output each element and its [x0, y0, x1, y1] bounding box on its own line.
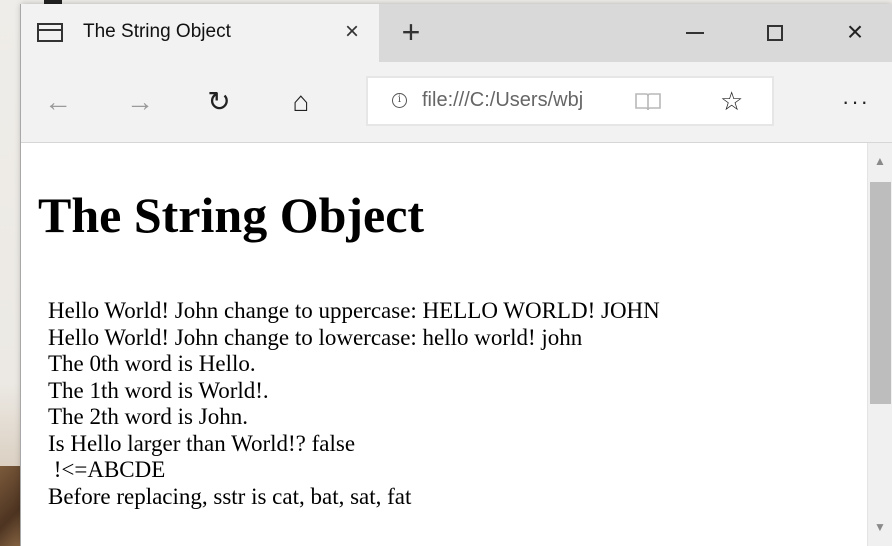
desktop-background: The String Object × + × ← → ↻ ⌂ i file:/… — [0, 0, 892, 546]
tab-title: The String Object — [83, 21, 231, 42]
output-line: !<=ABCDE — [48, 457, 166, 482]
close-window-button[interactable]: × — [833, 12, 877, 52]
back-button[interactable]: ← — [38, 82, 78, 122]
url-text[interactable]: file:///C:/Users/wbj — [422, 89, 583, 112]
tab-close-button[interactable]: × — [338, 17, 366, 47]
output-line: Before replacing, sstr is cat, bat, sat,… — [48, 483, 412, 509]
favorite-star-icon[interactable]: ☆ — [720, 85, 743, 117]
title-bar: The String Object × + × — [21, 4, 892, 62]
site-info-icon[interactable]: i — [392, 93, 407, 108]
home-button[interactable]: ⌂ — [281, 82, 321, 122]
minimize-button[interactable] — [673, 12, 717, 52]
forward-button[interactable]: → — [120, 82, 160, 122]
output-line: Hello World! John change to lowercase: h… — [48, 324, 583, 350]
scroll-thumb[interactable] — [870, 182, 891, 404]
scroll-up-arrow-icon[interactable]: ▲ — [868, 149, 892, 173]
vertical-scrollbar[interactable]: ▲ ▼ — [867, 143, 892, 546]
address-bar[interactable]: i file:///C:/Users/wbj ☆ — [366, 76, 774, 126]
output-line: The 2th word is John. — [48, 404, 248, 429]
page-heading: The String Object — [38, 187, 425, 243]
new-tab-button[interactable]: + — [393, 15, 429, 51]
output-line: Hello World! John change to uppercase: H… — [48, 298, 660, 323]
tab-the-string-object[interactable]: The String Object × — [21, 4, 379, 62]
tab-page-icon — [37, 23, 63, 42]
output-line: The 1th word is World!. — [48, 377, 269, 403]
scroll-down-arrow-icon[interactable]: ▼ — [868, 515, 892, 539]
maximize-button[interactable] — [753, 12, 797, 52]
refresh-button[interactable]: ↻ — [199, 82, 239, 122]
maximize-icon — [767, 25, 783, 41]
output-line: The 0th word is Hello. — [48, 351, 256, 376]
output-line: Is Hello larger than World!? false — [48, 430, 356, 456]
minimize-icon — [686, 32, 704, 34]
browser-window: The String Object × + × ← → ↻ ⌂ i file:/… — [21, 4, 892, 546]
more-menu-button[interactable]: ··· — [831, 82, 881, 122]
navigation-bar: ← → ↻ ⌂ i file:///C:/Users/wbj ☆ ··· — [21, 62, 892, 143]
output-lines: Hello World! John change to uppercase: H… — [48, 298, 660, 510]
page-content: The String Object Hello World! John chan… — [21, 143, 867, 546]
reading-view-icon[interactable] — [635, 92, 661, 111]
